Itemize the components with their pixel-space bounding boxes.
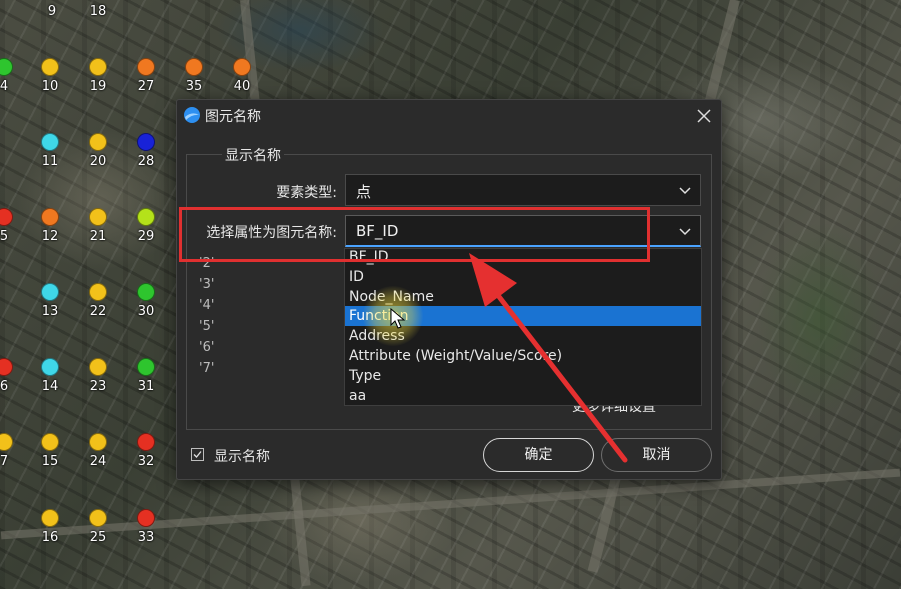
map-point-label: 21 xyxy=(89,229,107,244)
preview-list-item: '5' xyxy=(199,319,215,334)
show-name-checkbox[interactable] xyxy=(191,448,204,461)
dialog-titlebar[interactable]: 图元名称 xyxy=(177,100,721,132)
close-button[interactable] xyxy=(693,105,715,127)
map-point-label: 6 xyxy=(0,379,9,394)
map-point-label: 40 xyxy=(233,79,251,94)
map-point-label: 5 xyxy=(0,229,9,244)
map-point-label: 35 xyxy=(185,79,203,94)
map-point-marker[interactable] xyxy=(137,358,155,376)
map-point-marker[interactable] xyxy=(89,133,107,151)
map-point-marker[interactable] xyxy=(89,283,107,301)
map-point-label: 24 xyxy=(89,454,107,469)
map-point-label: 16 xyxy=(41,530,59,545)
map-point-marker[interactable] xyxy=(0,433,13,451)
map-point-label: 19 xyxy=(89,79,107,94)
show-name-label: 显示名称 xyxy=(214,449,270,465)
app-logo-icon xyxy=(184,107,200,123)
map-point-marker[interactable] xyxy=(89,358,107,376)
map-point-marker[interactable] xyxy=(137,58,155,76)
map-point-marker[interactable] xyxy=(0,58,13,76)
map-point-label: 13 xyxy=(41,304,59,319)
map-point-marker[interactable] xyxy=(0,208,13,226)
feature-type-label: 要素类型: xyxy=(276,185,337,201)
map-point-marker[interactable] xyxy=(41,509,59,527)
map-point-marker[interactable] xyxy=(137,133,155,151)
map-point-label: 30 xyxy=(137,304,155,319)
map-point-marker[interactable] xyxy=(89,58,107,76)
map-point-marker[interactable] xyxy=(41,133,59,151)
map-point-label: 7 xyxy=(0,454,9,469)
map-point-marker[interactable] xyxy=(89,433,107,451)
map-point-marker[interactable] xyxy=(0,358,13,376)
map-point-marker[interactable] xyxy=(137,433,155,451)
map-point-label: 27 xyxy=(137,79,155,94)
map-point-label: 25 xyxy=(89,530,107,545)
feature-type-select[interactable]: 点 xyxy=(345,174,701,206)
mouse-pointer-icon xyxy=(390,308,406,329)
map-point-label: 4 xyxy=(0,79,9,94)
map-point-marker[interactable] xyxy=(41,208,59,226)
feature-type-value: 点 xyxy=(356,183,372,201)
chevron-down-icon xyxy=(679,187,691,195)
map-point-marker[interactable] xyxy=(137,208,155,226)
map-point-marker[interactable] xyxy=(185,58,203,76)
preview-list-item: '3' xyxy=(199,277,215,292)
map-point-marker[interactable] xyxy=(41,433,59,451)
map-point-label: 9 xyxy=(47,4,57,19)
map-point-label: 15 xyxy=(41,454,59,469)
map-point-marker[interactable] xyxy=(89,208,107,226)
map-point-label: 28 xyxy=(137,154,155,169)
map-point-label: 22 xyxy=(89,304,107,319)
red-arrow-icon xyxy=(469,253,628,463)
preview-list-item: '6' xyxy=(199,340,215,355)
map-point-marker[interactable] xyxy=(233,58,251,76)
map-point-label: 11 xyxy=(41,154,59,169)
map-point-label: 20 xyxy=(89,154,107,169)
map-point-label: 10 xyxy=(41,79,59,94)
preview-list-item: '7' xyxy=(199,361,215,376)
map-point-label: 14 xyxy=(41,379,59,394)
map-point-marker[interactable] xyxy=(89,509,107,527)
dialog-title: 图元名称 xyxy=(205,109,261,125)
map-point-label: 31 xyxy=(137,379,155,394)
map-point-label: 33 xyxy=(137,530,155,545)
chevron-down-icon xyxy=(679,228,691,236)
close-icon xyxy=(697,109,711,123)
map-point-label: 32 xyxy=(137,454,155,469)
checkmark-icon xyxy=(193,451,202,458)
map-point-marker[interactable] xyxy=(41,283,59,301)
group-title: 显示名称 xyxy=(222,145,284,165)
map-point-marker[interactable] xyxy=(137,283,155,301)
map-point-label: 18 xyxy=(89,4,107,19)
map-point-marker[interactable] xyxy=(137,509,155,527)
preview-list-item: '4' xyxy=(199,298,215,313)
map-point-label: 12 xyxy=(41,229,59,244)
map-point-label: 29 xyxy=(137,229,155,244)
map-point-label: 23 xyxy=(89,379,107,394)
map-point-marker[interactable] xyxy=(41,358,59,376)
preview-list: '2' '3' '4' '5' '6' '7' xyxy=(199,256,349,382)
map-point-marker[interactable] xyxy=(41,58,59,76)
